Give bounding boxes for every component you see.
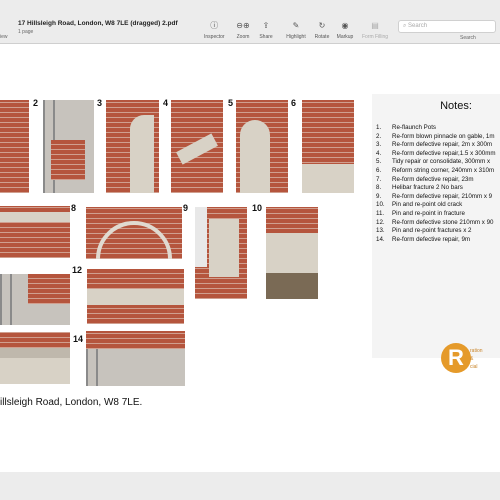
note-text: Reform string corner, 240mm x 310m [392,166,495,174]
share-icon: ⇪ [262,21,270,30]
note-item: 12. Re-form defective stone 210mm x 90 [372,219,500,228]
note-number: 10. [376,201,385,209]
form-icon: ▤ [371,21,379,30]
note-number: 3. [376,141,382,149]
note-item: 10. Pin and re-point old crack [372,201,500,210]
photo-number: 10 [252,203,263,213]
photo-4 [171,100,223,193]
note-number: 5. [376,158,382,166]
note-text: Re-form defective repair, 23m [392,175,474,183]
note-text: Re-flaunch Pots [392,124,437,131]
notes-panel: Notes: 1. Re-flaunch Pots 2. Re-form blown … [372,94,500,358]
photo-10 [266,207,318,299]
note-item: 13. Pin and re-point fractures x 2 [372,227,500,236]
logo-text: ration & cial [470,348,483,370]
note-item: 3. Re-form defective repair, 2m x 300m [372,141,500,150]
photo-number: 9 [183,203,189,213]
note-number: 1. [376,124,382,131]
photo-number: 3 [97,98,103,108]
note-text: Re-form defective stone 210mm x 90 [392,218,494,226]
address-line: illsleigh Road, London, W8 7LE. [0,397,143,408]
photo-9 [195,207,247,299]
note-item: 9. Re-form defective repair, 210mm x 9 [372,193,500,202]
share-button[interactable]: ⇪ Share [258,21,274,40]
zoom-icon: ⊖⊕ [236,21,250,30]
photo-7 [0,206,70,258]
note-number: 8. [376,184,382,192]
note-item: 6. Reform string corner, 240mm x 310m [372,167,500,176]
note-number: 4. [376,149,382,157]
photo-number: 4 [163,98,169,108]
note-text: Pin and re-point in fracture [392,209,465,217]
note-number: 2. [376,132,382,140]
rotate-icon: ↻ [318,21,326,30]
window-title: 17 Hillsleigh Road, London, W8 7LE (drag… [18,20,178,27]
photo-12 [87,269,184,324]
preview-window: 17 Hillsleigh Road, London, W8 7LE (drag… [0,0,500,472]
photo-number: 12 [72,265,83,275]
window-subtitle: 1 page [18,29,34,35]
photo-13 [0,332,70,384]
notes-title: Notes: [440,100,472,112]
note-number: 9. [376,192,382,200]
highlight-icon: ✎ [292,21,300,30]
note-number: 6. [376,166,382,174]
note-text: Helibar fracture 2 No bars [392,184,463,192]
form-filling-button[interactable]: ▤ Form Filling [361,21,389,40]
markup-button[interactable]: ◉ Markup [335,21,355,40]
note-item: 1. Re-flaunch Pots [372,124,500,133]
photo-8 [86,207,182,259]
note-text: Pin and re-point old crack [392,201,463,209]
photo-number: 5 [228,98,234,108]
note-text: Pin and re-point fractures x 2 [392,227,472,235]
photo-2 [43,100,94,193]
photo-number: 6 [291,98,297,108]
toolbar: 17 Hillsleigh Road, London, W8 7LE (drag… [0,0,500,44]
highlight-button[interactable]: ✎ Highlight [283,21,309,40]
pdf-page[interactable]: 2 3 4 5 6 8 9 10 12 14 Notes: 1. Re-flau… [0,45,500,472]
photo-5 [236,100,288,193]
photo-number: 14 [73,334,84,344]
note-item: 11. Pin and re-point in fracture [372,210,500,219]
note-item: 2. Re-form blown pinnacle on gable, 1m [372,133,500,142]
photo-number: 2 [33,98,39,108]
photo-3 [106,100,159,193]
notes-list: 1. Re-flaunch Pots 2. Re-form blown pinnacl… [372,124,500,244]
note-number: 14. [376,235,385,243]
zoom-button[interactable]: ⊖⊕ Zoom [230,21,256,40]
view-label: iew [0,34,8,40]
photo-11 [0,274,70,325]
note-text: Re-form defective repair, 210mm x 9 [392,192,493,200]
note-text: Re-form defective repair,1.5 x 300mm [392,149,496,157]
note-number: 12. [376,218,385,226]
note-number: 7. [376,175,382,183]
photo-6 [302,100,354,193]
photo-14 [86,331,185,386]
rotate-button[interactable]: ↻ Rotate [313,21,331,40]
info-icon: ⓘ [210,21,219,30]
photo-number: 8 [71,203,77,213]
photo-1 [0,100,29,193]
inspector-button[interactable]: ⓘ Inspector [204,21,225,40]
note-text: Re-form defective repair, 9m [392,235,471,243]
company-logo: R [441,343,471,373]
note-item: 14. Re-form defective repair, 9m [372,236,500,245]
note-text: Tidy repair or consolidate, 300mm x [392,158,491,166]
note-number: 11. [376,209,385,217]
note-item: 4. Re-form defective repair,1.5 x 300mm [372,150,500,159]
note-item: 8. Helibar fracture 2 No bars [372,184,500,193]
markup-icon: ◉ [341,21,349,30]
note-text: Re-form blown pinnacle on gable, 1m [392,132,495,140]
note-item: 5. Tidy repair or consolidate, 300mm x [372,158,500,167]
note-number: 13. [376,227,385,235]
note-item: 7. Re-form defective repair, 23m [372,176,500,185]
note-text: Re-form defective repair, 2m x 300m [392,141,493,149]
search-input[interactable]: ⌕ Search [398,20,496,33]
search-label: Search [460,35,476,41]
